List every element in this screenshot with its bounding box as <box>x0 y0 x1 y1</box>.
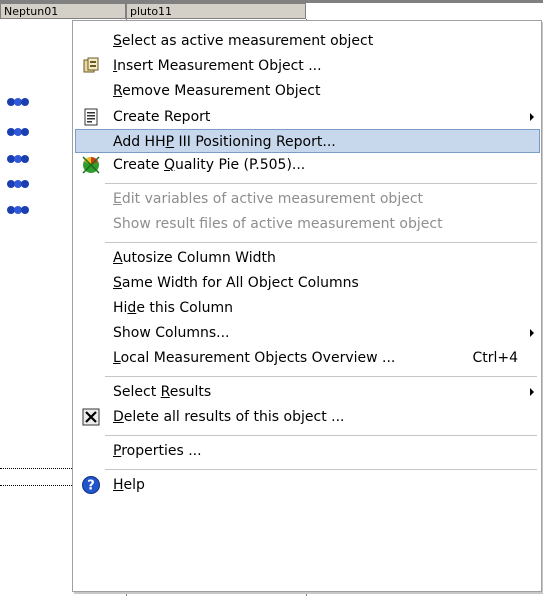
column-header-neptun01[interactable]: Neptun01 <box>0 3 126 19</box>
menu-separator <box>105 242 537 243</box>
delete-results-icon <box>82 408 100 426</box>
submenu-arrow-icon <box>530 388 534 396</box>
column-header-pluto11[interactable]: pluto11 <box>126 3 306 19</box>
menu-item-label: Add HHP III Positioning Report... <box>113 134 336 150</box>
menu-item-create-report[interactable]: Create Report <box>75 105 540 129</box>
menu-item-label: Hide this Column <box>113 300 233 316</box>
column-header-label: pluto11 <box>130 5 173 18</box>
menu-item-same-width[interactable]: Same Width for All Object Columns <box>75 271 540 295</box>
menu-item-label: Create Report <box>113 109 211 125</box>
menu-item-label: Properties ... <box>113 443 202 459</box>
menu-separator <box>105 469 537 470</box>
help-icon: ? <box>82 476 100 494</box>
quality-pie-icon <box>82 156 100 174</box>
report-icon <box>84 108 98 126</box>
menu-item-remove-object[interactable]: Remove Measurement Object <box>75 79 540 103</box>
menu-item-label: Local Measurement Objects Overview ... <box>113 350 396 366</box>
menu-item-help[interactable]: ? Help <box>75 473 540 497</box>
menu-item-label: Show result files of active measurement … <box>113 216 443 232</box>
menu-item-local-overview[interactable]: Local Measurement Objects Overview ... C… <box>75 346 540 370</box>
context-menu: Select as active measurement object Inse… <box>72 20 542 592</box>
menu-item-hide-column[interactable]: Hide this Column <box>75 296 540 320</box>
menu-item-label: Edit variables of active measurement obj… <box>113 191 424 207</box>
menu-item-add-hhp-report[interactable]: Add HHP III Positioning Report... <box>75 129 540 153</box>
menu-item-show-result-files[interactable]: Show result files of active measurement … <box>75 212 540 236</box>
menu-item-shortcut: Ctrl+4 <box>472 350 518 366</box>
menu-separator <box>105 376 537 377</box>
menu-item-edit-variables[interactable]: Edit variables of active measurement obj… <box>75 187 540 211</box>
measurement-row-icon <box>7 155 29 163</box>
submenu-arrow-icon <box>530 329 534 337</box>
menu-item-quality-pie[interactable]: Create Quality Pie (P.505)... <box>75 153 540 177</box>
menu-item-label: Autosize Column Width <box>113 250 276 266</box>
selected-row-outline <box>0 468 72 486</box>
measurement-row-icon <box>7 180 29 188</box>
svg-text:?: ? <box>87 479 95 494</box>
insert-object-icon <box>83 57 99 73</box>
menu-item-label: Show Columns... <box>113 325 230 341</box>
menu-item-properties[interactable]: Properties ... <box>75 439 540 463</box>
menu-item-label: Help <box>113 477 145 493</box>
menu-item-label: Select as active measurement object <box>113 33 374 49</box>
menu-item-autosize-column[interactable]: Autosize Column Width <box>75 246 540 270</box>
menu-item-label: Create Quality Pie (P.505)... <box>113 157 306 173</box>
submenu-arrow-icon <box>530 113 534 121</box>
menu-item-label: Remove Measurement Object <box>113 83 321 99</box>
measurement-row-icon <box>7 128 29 136</box>
menu-item-label: Insert Measurement Object ... <box>113 58 322 74</box>
menu-item-select-active[interactable]: Select as active measurement object <box>75 29 540 53</box>
measurement-row-icon <box>7 206 29 214</box>
menu-item-label: Delete all results of this object ... <box>113 409 345 425</box>
menu-separator <box>105 183 537 184</box>
menu-separator <box>105 435 537 436</box>
menu-item-show-columns[interactable]: Show Columns... <box>75 321 540 345</box>
menu-item-select-results[interactable]: Select Results <box>75 380 540 404</box>
menu-item-label: Select Results <box>113 384 212 400</box>
menu-item-insert-object[interactable]: Insert Measurement Object ... <box>75 54 540 78</box>
menu-item-delete-results[interactable]: Delete all results of this object ... <box>75 405 540 429</box>
menu-item-label: Same Width for All Object Columns <box>113 275 359 291</box>
column-header-label: Neptun01 <box>4 5 59 18</box>
measurement-row-icon <box>7 98 29 106</box>
